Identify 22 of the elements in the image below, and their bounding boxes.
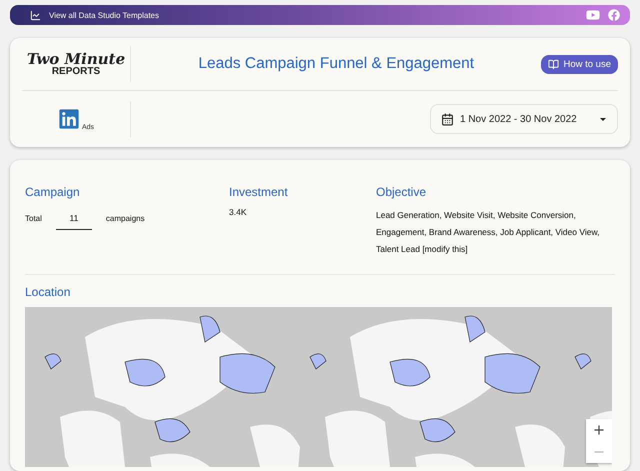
campaign-heading: Campaign [25,185,81,199]
book-icon [548,58,560,70]
investment-heading: Investment [229,185,289,199]
how-to-use-button[interactable]: How to use [541,54,618,74]
zoom-in-icon[interactable] [586,419,612,441]
youtube-icon[interactable] [586,8,600,22]
linkedin-icon [58,108,80,130]
logo: Two Minute REPORTS [26,52,126,76]
calendar-icon [441,112,454,126]
campaigns-label: campaigns [106,214,145,223]
templates-link[interactable]: View all Data Studio Templates [49,10,578,20]
objective-heading: Objective [376,185,428,199]
location-heading: Location [25,285,72,299]
caret-icon [599,116,607,122]
facebook-icon[interactable] [608,9,620,21]
campaign-count: 11 [56,213,92,230]
date-range-picker[interactable]: 1 Nov 2022 - 30 Nov 2022 [430,104,618,134]
objective-text: Lead Generation, Website Visit, Website Conversion, Engagement, Brand Awareness, Job Applicant, Video View, Talent Lead [modify this] [376,209,601,256]
investment-value: 3.4K [229,207,248,217]
total-label: Total [25,214,42,223]
report-title: Leads Campaign Funnel & Engagement [197,55,476,73]
chart-icon [30,10,41,20]
